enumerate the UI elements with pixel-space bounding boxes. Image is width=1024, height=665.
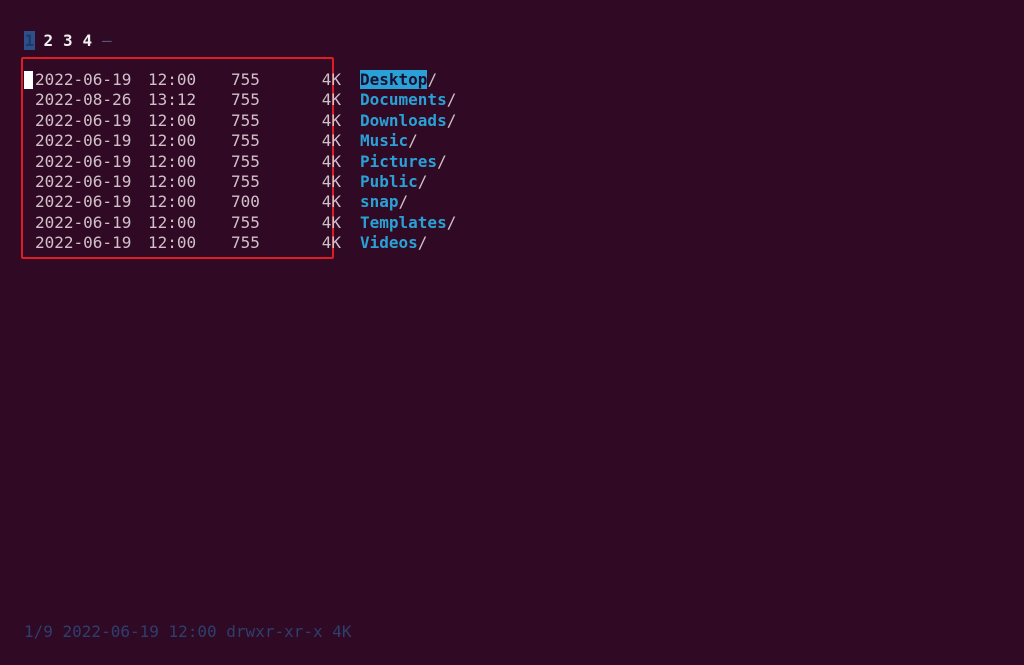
file-row[interactable]: 2022-06-19 12:00 755 4K Public/ xyxy=(24,172,456,192)
file-permissions: 755 xyxy=(231,110,260,130)
file-time: 12:00 xyxy=(148,212,197,232)
cursor-spacer xyxy=(24,213,33,233)
file-size: 4K xyxy=(321,90,341,110)
file-date: 2022-06-19 xyxy=(35,212,132,232)
directory-name[interactable]: Videos xyxy=(360,233,418,252)
status-line: 1/9 2022-06-19 12:00 drwxr-xr-x 4K xyxy=(24,622,352,641)
tab-2[interactable]: 2 xyxy=(44,31,64,50)
file-name-cell[interactable]: Templates/ xyxy=(360,213,456,233)
file-time: 12:00 xyxy=(148,151,197,171)
cursor-spacer xyxy=(24,172,33,192)
file-size: 4K xyxy=(321,171,341,191)
directory-suffix: / xyxy=(398,192,409,212)
cursor-spacer xyxy=(24,192,33,212)
directory-suffix: / xyxy=(408,131,418,151)
file-size: 4K xyxy=(321,70,341,89)
file-permissions: 755 xyxy=(231,151,260,171)
file-time: 13:12 xyxy=(148,90,197,110)
file-time: 12:00 xyxy=(148,171,197,191)
directory-suffix: / xyxy=(446,90,457,110)
directory-name[interactable]: snap xyxy=(360,192,399,211)
directory-suffix: / xyxy=(446,110,457,130)
file-size: 4K xyxy=(321,110,341,130)
directory-name[interactable]: Downloads xyxy=(360,111,447,130)
file-date: 2022-06-19 xyxy=(35,70,132,89)
file-time: 12:00 xyxy=(148,110,197,130)
cursor-spacer xyxy=(24,152,33,172)
file-name-cell[interactable]: Music/ xyxy=(360,131,418,151)
directory-suffix: / xyxy=(417,171,428,191)
file-row[interactable]: 2022-08-26 13:12 755 4K Documents/ xyxy=(24,90,456,110)
file-name-cell[interactable]: Desktop/ xyxy=(360,70,437,90)
file-date: 2022-06-19 xyxy=(35,110,132,130)
file-name-cell[interactable]: Videos/ xyxy=(360,233,427,253)
directory-name[interactable]: Public xyxy=(360,172,418,191)
file-time: 12:00 xyxy=(148,70,197,89)
text-cursor xyxy=(24,71,33,89)
file-permissions: 755 xyxy=(231,233,260,253)
file-name-cell[interactable]: snap/ xyxy=(360,192,408,212)
file-row[interactable]: 2022-06-19 12:00 755 4K Videos/ xyxy=(24,233,456,253)
tab-1[interactable]: 1 xyxy=(24,30,35,50)
cursor-spacer xyxy=(24,131,33,151)
directory-name[interactable]: Music xyxy=(360,131,408,150)
file-name-cell[interactable]: Documents/ xyxy=(360,90,456,110)
file-permissions: 755 xyxy=(231,131,260,151)
file-name-cell[interactable]: Public/ xyxy=(360,172,427,192)
directory-suffix: / xyxy=(437,151,447,171)
file-size: 4K xyxy=(321,212,341,232)
directory-suffix: / xyxy=(417,233,428,253)
file-row[interactable]: 2022-06-19 12:00 755 4K Downloads/ xyxy=(24,111,456,131)
directory-name[interactable]: Desktop xyxy=(360,70,428,89)
file-size: 4K xyxy=(321,151,341,171)
file-date: 2022-06-19 xyxy=(35,151,132,171)
file-row[interactable]: 2022-06-19 12:00 700 4K snap/ xyxy=(24,192,456,212)
file-date: 2022-06-19 xyxy=(35,233,132,253)
file-permissions: 755 xyxy=(231,70,260,89)
file-name-cell[interactable]: Pictures/ xyxy=(360,152,447,172)
file-row[interactable]: 2022-06-19 12:00 755 4K Music/ xyxy=(24,131,456,151)
tab-bar: 1 2 3 4 – xyxy=(24,30,112,50)
file-permissions: 755 xyxy=(231,212,260,232)
tab-bar-trailing: – xyxy=(102,30,112,50)
tab-4[interactable]: 4 xyxy=(83,31,103,50)
file-permissions: 755 xyxy=(231,90,260,110)
file-row[interactable]: 2022-06-19 12:00 755 4K Templates/ xyxy=(24,213,456,233)
file-permissions: 700 xyxy=(231,192,260,212)
directory-name[interactable]: Pictures xyxy=(360,152,437,171)
file-name-cell[interactable]: Downloads/ xyxy=(360,111,456,131)
cursor-spacer xyxy=(24,90,33,110)
file-date: 2022-06-19 xyxy=(35,192,132,212)
directory-suffix: / xyxy=(446,212,457,232)
directory-name[interactable]: Templates xyxy=(360,213,447,232)
file-permissions: 755 xyxy=(231,171,260,191)
file-listing: 2022-06-19 12:00 755 4K Desktop/2022-08-26 13… xyxy=(24,70,456,254)
file-size: 4K xyxy=(321,192,341,212)
file-row[interactable]: 2022-06-19 12:00 755 4K Pictures/ xyxy=(24,152,456,172)
file-date: 2022-08-26 xyxy=(35,90,132,110)
file-time: 12:00 xyxy=(148,192,197,212)
file-date: 2022-06-19 xyxy=(35,171,132,191)
file-time: 12:00 xyxy=(148,233,197,253)
tab-3[interactable]: 3 xyxy=(63,31,83,50)
cursor-spacer xyxy=(24,111,33,131)
directory-suffix: / xyxy=(427,70,438,89)
file-size: 4K xyxy=(321,233,341,253)
file-row[interactable]: 2022-06-19 12:00 755 4K Desktop/ xyxy=(24,70,456,90)
cursor-spacer xyxy=(24,233,33,253)
file-size: 4K xyxy=(321,131,341,151)
directory-name[interactable]: Documents xyxy=(360,90,447,109)
file-date: 2022-06-19 xyxy=(35,131,132,151)
file-time: 12:00 xyxy=(148,131,197,151)
